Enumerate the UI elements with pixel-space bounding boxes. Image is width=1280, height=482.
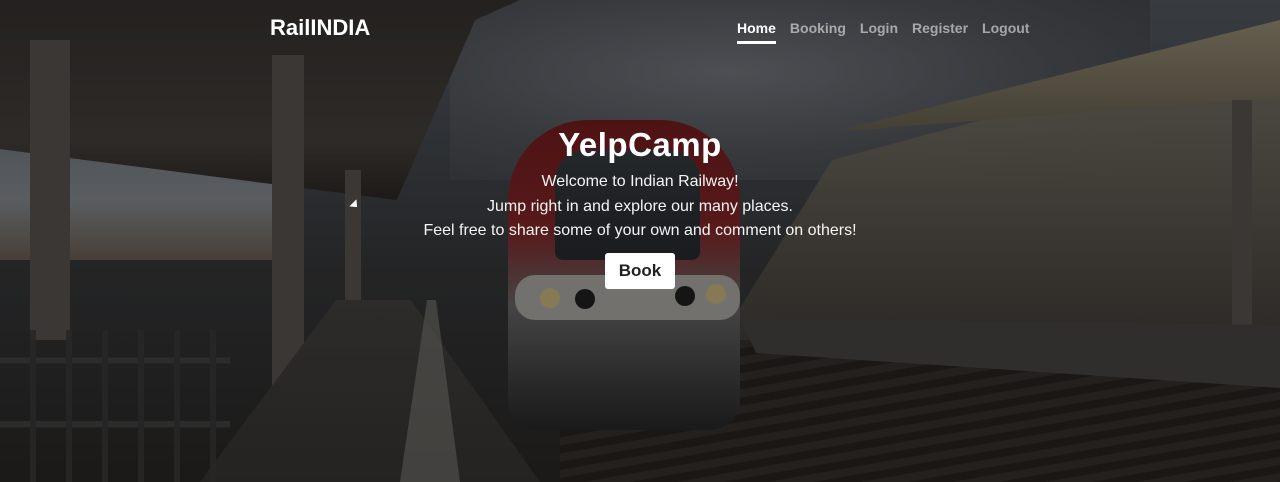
nav-link-home[interactable]: Home xyxy=(737,20,776,44)
hero-title: YelpCamp xyxy=(558,126,722,163)
book-button[interactable]: Book xyxy=(604,252,676,289)
nav-link-login[interactable]: Login xyxy=(860,20,898,44)
nav-links: Home Booking Login Register Logout xyxy=(737,20,1043,44)
hero-welcome-text: Welcome to Indian Railway! xyxy=(541,173,739,190)
brand-logo[interactable]: RailINDIA xyxy=(270,15,370,41)
hero-section: YelpCamp Welcome to Indian Railway! Jump… xyxy=(340,126,940,289)
hero-share-text: Feel free to share some of your own and … xyxy=(423,222,857,239)
nav-link-booking[interactable]: Booking xyxy=(790,20,846,44)
hero-explore-text: Jump right in and explore our many place… xyxy=(487,197,793,215)
navbar: RailINDIA Home Booking Login Register Lo… xyxy=(0,0,1280,58)
nav-link-register[interactable]: Register xyxy=(912,20,968,44)
nav-link-logout[interactable]: Logout xyxy=(982,20,1029,44)
